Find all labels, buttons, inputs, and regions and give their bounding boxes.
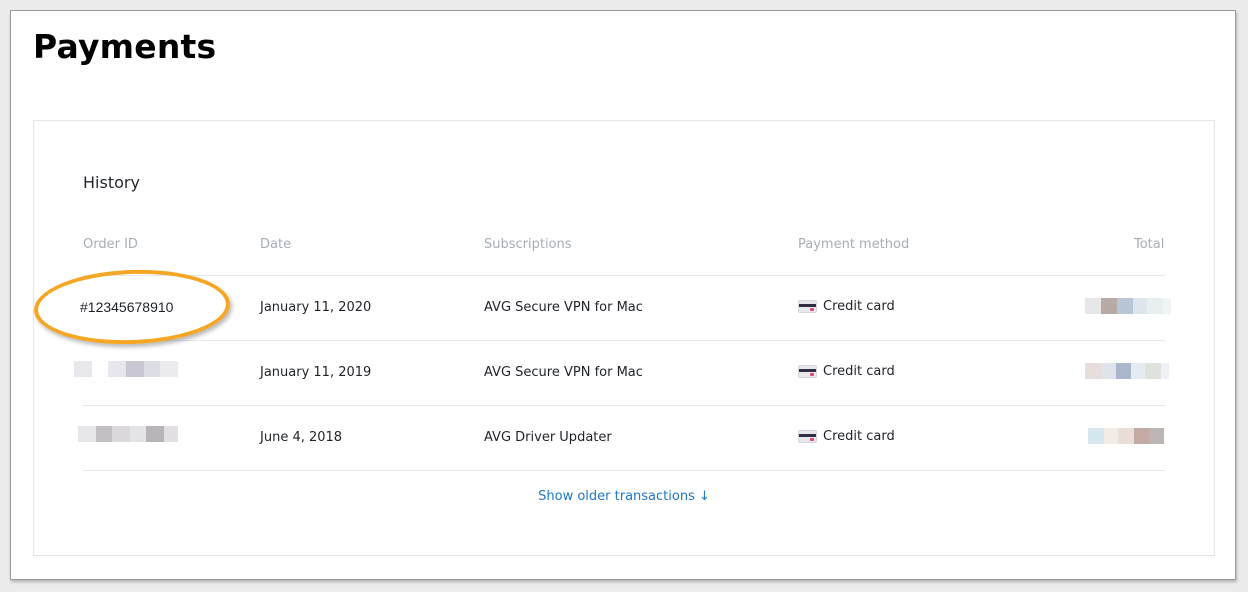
payment-method-label: Credit card bbox=[823, 429, 895, 444]
row-divider bbox=[83, 405, 1165, 406]
header-divider bbox=[83, 275, 1165, 276]
row-divider bbox=[83, 470, 1165, 471]
payment-method-label: Credit card bbox=[823, 364, 895, 379]
payment-method-label: Credit card bbox=[823, 299, 895, 314]
page-title: Payments bbox=[33, 27, 217, 66]
column-header-subscriptions: Subscriptions bbox=[484, 237, 572, 252]
row-divider bbox=[83, 340, 1165, 341]
show-older-transactions-link[interactable]: Show older transactions ↓ bbox=[34, 489, 1214, 504]
order-id-redacted bbox=[78, 426, 178, 442]
payments-window: Payments History Order ID Date Subscript… bbox=[10, 10, 1236, 580]
payment-method: Credit card bbox=[798, 299, 895, 314]
credit-card-icon bbox=[798, 300, 817, 313]
order-date: June 4, 2018 bbox=[260, 430, 343, 445]
history-card: History Order ID Date Subscriptions Paym… bbox=[33, 120, 1215, 556]
total-redacted bbox=[1085, 298, 1171, 314]
payment-method: Credit card bbox=[798, 364, 895, 379]
history-heading: History bbox=[83, 173, 140, 192]
subscription-name: AVG Driver Updater bbox=[484, 430, 612, 445]
order-id[interactable]: #12345678910 bbox=[80, 299, 173, 315]
order-date: January 11, 2020 bbox=[260, 300, 372, 315]
subscription-name: AVG Secure VPN for Mac bbox=[484, 300, 643, 315]
total-redacted bbox=[1085, 363, 1169, 379]
payment-method: Credit card bbox=[798, 429, 895, 444]
credit-card-icon bbox=[798, 365, 817, 378]
credit-card-icon bbox=[798, 430, 817, 443]
column-header-date: Date bbox=[260, 237, 292, 252]
column-header-order-id: Order ID bbox=[83, 237, 138, 252]
subscription-name: AVG Secure VPN for Mac bbox=[484, 365, 643, 380]
order-date: January 11, 2019 bbox=[260, 365, 372, 380]
column-header-total: Total bbox=[1134, 237, 1165, 252]
total-redacted bbox=[1088, 428, 1164, 444]
order-id-redacted bbox=[74, 361, 178, 377]
column-header-payment-method: Payment method bbox=[798, 237, 910, 252]
